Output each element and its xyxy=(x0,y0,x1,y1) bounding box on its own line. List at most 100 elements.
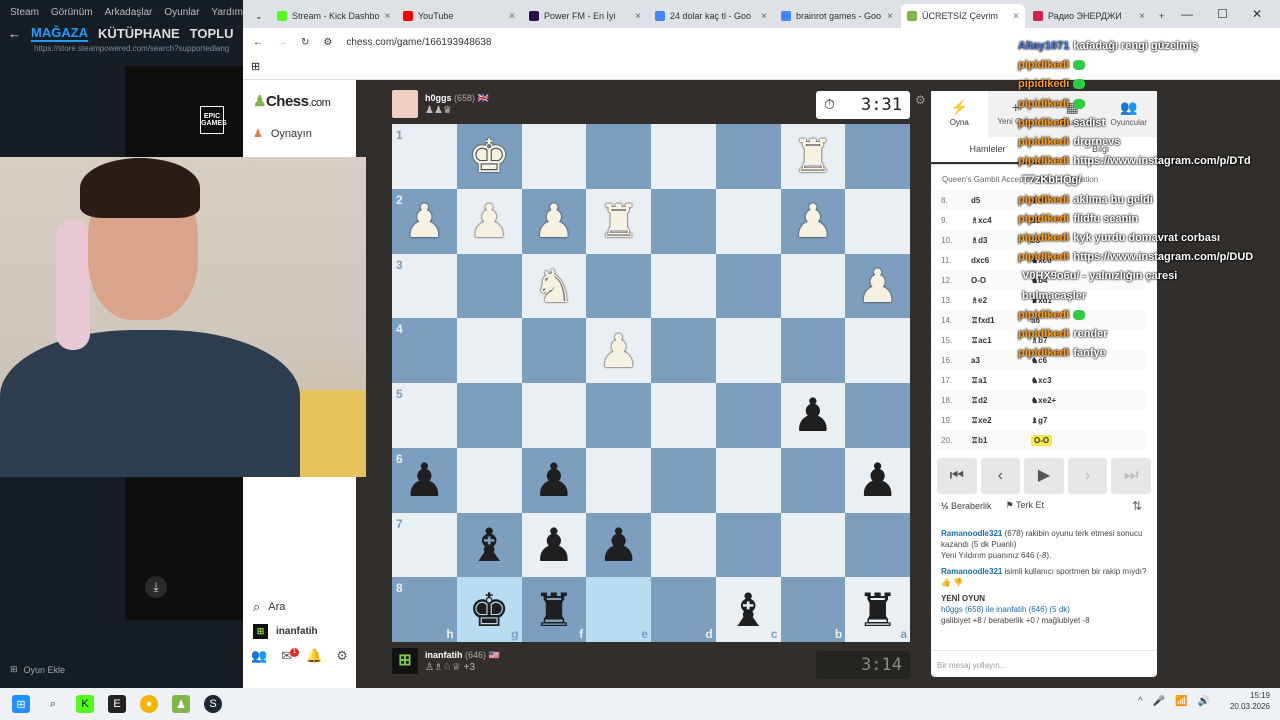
board-square[interactable] xyxy=(715,447,781,513)
back-arrow-icon[interactable]: ← xyxy=(8,26,21,41)
prev-move-button[interactable]: ‹ xyxy=(980,458,1021,494)
black-bishop-icon[interactable]: ♝ xyxy=(728,587,769,633)
white-rook-icon[interactable]: ♜ xyxy=(792,133,833,179)
board-square[interactable]: ♟ xyxy=(586,318,651,383)
board-square[interactable]: ♟ xyxy=(586,512,651,578)
browser-tab-chess[interactable]: ÜCRETSİZ Çevrim × xyxy=(901,4,1025,28)
board-square[interactable] xyxy=(780,253,846,319)
board-square[interactable]: ♟ xyxy=(780,188,846,254)
board-square[interactable] xyxy=(521,318,587,383)
bell-icon[interactable]: 🔔 xyxy=(306,648,322,664)
steam-menu-games[interactable]: Oyunlar xyxy=(164,7,199,18)
board-square[interactable] xyxy=(651,512,716,578)
black-pawn-icon[interactable]: ♟ xyxy=(857,457,898,503)
board-square[interactable] xyxy=(780,512,846,578)
board-square[interactable] xyxy=(456,447,522,513)
white-pawn-icon[interactable]: ♟ xyxy=(598,328,639,374)
back-icon[interactable]: ← xyxy=(253,37,263,48)
board-square[interactable]: ♟ xyxy=(521,512,587,578)
board-square[interactable] xyxy=(586,253,651,319)
sidebar-item-play[interactable]: ♟ Oynayın xyxy=(253,127,312,141)
minimize-icon[interactable]: — xyxy=(1181,7,1193,21)
white-knight-icon[interactable]: ♞ xyxy=(533,263,574,309)
board-square[interactable]: ♜ xyxy=(586,188,651,254)
board-square[interactable] xyxy=(845,188,910,254)
board-square[interactable] xyxy=(586,447,651,513)
white-pawn-icon[interactable]: ♟ xyxy=(792,198,833,244)
epic-games-icon[interactable]: E xyxy=(108,695,126,713)
white-move[interactable]: d5 xyxy=(959,196,1023,205)
board-square[interactable]: c ♝ xyxy=(715,577,781,642)
wifi-icon[interactable]: 📶 xyxy=(1175,696,1187,707)
white-pawn-icon[interactable]: ♟ xyxy=(533,198,574,244)
board-square[interactable] xyxy=(651,383,716,448)
black-pawn-icon[interactable]: ♟ xyxy=(792,392,833,438)
black-pawn-icon[interactable]: ♟ xyxy=(404,457,445,503)
close-icon[interactable]: × xyxy=(1139,11,1145,22)
player-avatar[interactable]: ⊞ xyxy=(392,648,418,674)
close-icon[interactable]: × xyxy=(887,11,893,22)
white-move[interactable]: ♗e2 xyxy=(959,296,1023,305)
board-settings-gear-icon[interactable]: ⚙ xyxy=(915,93,926,107)
board-square[interactable]: 7 xyxy=(392,512,457,578)
steam-nav-store[interactable]: MAĞAZA xyxy=(31,25,89,42)
close-icon[interactable]: × xyxy=(385,11,391,22)
apps-grid-icon[interactable]: ⊞ xyxy=(251,60,260,73)
black-move[interactable]: O-O xyxy=(1023,434,1103,446)
steam-menu-steam[interactable]: Steam xyxy=(10,7,39,18)
steam-nav-community[interactable]: TOPLU xyxy=(190,26,234,41)
white-move[interactable]: ♗xc4 xyxy=(959,216,1023,225)
board-square[interactable] xyxy=(845,124,910,189)
white-move[interactable]: ♗d3 xyxy=(959,236,1023,245)
sidebar-item-search[interactable]: ⌕ Ara xyxy=(253,599,285,615)
board-square[interactable]: g ♚ xyxy=(456,577,522,642)
board-square[interactable]: b xyxy=(780,577,846,642)
tab-play[interactable]: ⚡ Oyna xyxy=(931,91,988,137)
board-square[interactable]: ♟ xyxy=(521,447,587,513)
browser-tab-kick[interactable]: Stream - Kick Dashbo × xyxy=(271,4,395,28)
board-square[interactable] xyxy=(651,124,716,189)
sidebar-item-profile[interactable]: ⊞ inanfatih xyxy=(253,624,318,639)
board-square[interactable] xyxy=(715,383,781,448)
board-square[interactable] xyxy=(586,124,651,189)
steam-menu-friends[interactable]: Arkadaşlar xyxy=(105,7,153,18)
player-name[interactable]: inanfatih (646) 🇺🇸 xyxy=(425,650,500,661)
white-move[interactable]: ♖a1 xyxy=(959,376,1023,385)
thumbs-down-icon[interactable]: 👎 xyxy=(953,578,963,587)
close-window-icon[interactable]: ✕ xyxy=(1252,7,1262,21)
flip-board-icon[interactable]: ⇅ xyxy=(1132,499,1142,513)
board-square[interactable]: ♟ xyxy=(780,383,846,448)
board-square[interactable] xyxy=(456,253,522,319)
tab-menu-chevron[interactable]: ⌄ xyxy=(249,4,269,28)
board-square[interactable]: 4 xyxy=(392,318,457,383)
next-move-button[interactable]: › xyxy=(1067,458,1108,494)
last-move-button[interactable]: ⏭ xyxy=(1111,458,1151,494)
board-square[interactable]: ♝ xyxy=(456,512,522,578)
board-square[interactable]: ♟ xyxy=(845,253,910,319)
black-rook-icon[interactable]: ♜ xyxy=(533,587,574,633)
white-move[interactable]: ♖fxd1 xyxy=(959,316,1023,325)
windows-start-icon[interactable]: ⊞ xyxy=(12,695,30,713)
chat-username[interactable]: Ramanoodle321 xyxy=(941,567,1002,576)
browser-tab-youtube[interactable]: YouTube × xyxy=(397,4,521,28)
board-square[interactable] xyxy=(780,318,846,383)
board-square[interactable]: 1 xyxy=(392,124,457,189)
white-move[interactable]: O-O xyxy=(959,276,1023,285)
current-move[interactable]: O-O xyxy=(1031,434,1053,446)
black-bishop-icon[interactable]: ♝ xyxy=(469,522,510,568)
maximize-icon[interactable]: ☐ xyxy=(1217,7,1228,21)
play-button[interactable]: ▶ xyxy=(1024,458,1064,494)
board-square[interactable]: ♟ xyxy=(521,188,587,254)
clock[interactable]: 15:19 20.03.2026 xyxy=(1230,690,1270,712)
steam-icon[interactable]: S xyxy=(204,695,222,713)
browser-tab-google-1[interactable]: 24 dolar kaç tl - Goo × xyxy=(649,4,773,28)
steam-nav-library[interactable]: KÜTÜPHANE xyxy=(98,26,180,41)
opponent-name[interactable]: h0ggs (658) 🇬🇧 xyxy=(425,93,489,104)
browser-tab-powerfm[interactable]: Power FM - En İyi × xyxy=(523,4,647,28)
board-square[interactable] xyxy=(651,253,716,319)
friends-icon[interactable]: 👥 xyxy=(251,648,267,664)
white-move[interactable]: a3 xyxy=(959,356,1023,365)
board-square[interactable] xyxy=(715,318,781,383)
board-square[interactable] xyxy=(715,512,781,578)
black-pawn-icon[interactable]: ♟ xyxy=(533,457,574,503)
